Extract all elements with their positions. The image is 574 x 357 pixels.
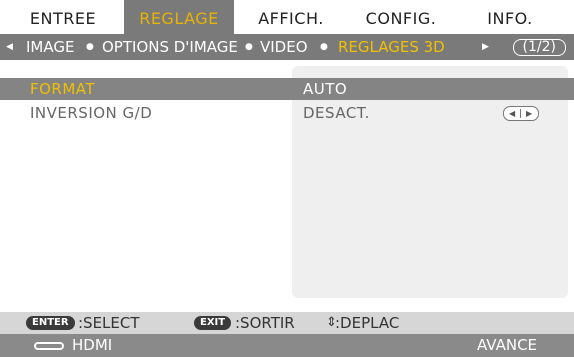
scroll-left-arrow-icon[interactable]: ◀: [6, 34, 13, 60]
page-indicator: (1/2): [512, 39, 566, 56]
setting-value[interactable]: DESACT.: [303, 102, 370, 124]
right-arrow-icon[interactable]: ▶: [526, 107, 532, 120]
exit-help-text: :SORTIR: [235, 314, 295, 332]
subnav-item-video[interactable]: VIDEO: [260, 34, 308, 60]
bullet-dot-icon: ●: [86, 42, 94, 52]
enter-help-text: :SELECT: [78, 314, 140, 332]
tab-config[interactable]: CONFIG.: [356, 0, 446, 34]
scroll-right-arrow-icon[interactable]: ▶: [482, 34, 489, 60]
sub-navigation-bar: ◀ IMAGE ● OPTIONS D'IMAGE ● VIDEO ● REGL…: [0, 34, 574, 60]
value-panel: [292, 66, 568, 298]
enter-key-icon: ENTER: [26, 316, 75, 330]
projector-menu-screen: ENTREE REGLAGE AFFICH. CONFIG. INFO. ◀ I…: [0, 0, 574, 357]
setting-label: FORMAT: [30, 80, 96, 98]
setting-row-format[interactable]: FORMAT AUTO: [0, 78, 574, 100]
hdmi-connector-icon: [34, 342, 64, 350]
tab-entree[interactable]: ENTREE: [18, 0, 108, 34]
left-right-selector[interactable]: ◀ ▶: [503, 106, 539, 121]
move-help-text: :DEPLAC: [335, 314, 400, 332]
subnav-item-image[interactable]: IMAGE: [26, 34, 74, 60]
exit-key-icon: EXIT: [194, 316, 232, 330]
setting-label: INVERSION G/D: [30, 104, 153, 122]
tab-reglage[interactable]: REGLAGE: [124, 0, 234, 34]
setting-row-inversion[interactable]: INVERSION G/D DESACT. ◀ ▶: [0, 102, 574, 124]
left-arrow-icon[interactable]: ◀: [509, 107, 515, 120]
subnav-item-reglages-3d[interactable]: REGLAGES 3D: [338, 34, 445, 60]
setting-value[interactable]: AUTO: [303, 78, 347, 100]
page-number: 1/2: [528, 39, 551, 55]
tab-affich[interactable]: AFFICH.: [247, 0, 335, 34]
input-source-label: HDMI: [72, 336, 113, 354]
subnav-item-options-image[interactable]: OPTIONS D'IMAGE: [102, 34, 238, 60]
menu-mode-label: AVANCE: [477, 336, 538, 354]
help-bar: ENTER :SELECT EXIT :SORTIR ⇕ :DEPLAC: [0, 312, 574, 334]
bullet-dot-icon: ●: [245, 42, 253, 52]
tab-info[interactable]: INFO.: [475, 0, 545, 34]
bullet-dot-icon: ●: [320, 42, 328, 52]
menu-tab-bar: ENTREE REGLAGE AFFICH. CONFIG. INFO.: [0, 0, 574, 34]
selector-divider: [520, 109, 521, 118]
status-footer: HDMI AVANCE: [0, 334, 574, 357]
